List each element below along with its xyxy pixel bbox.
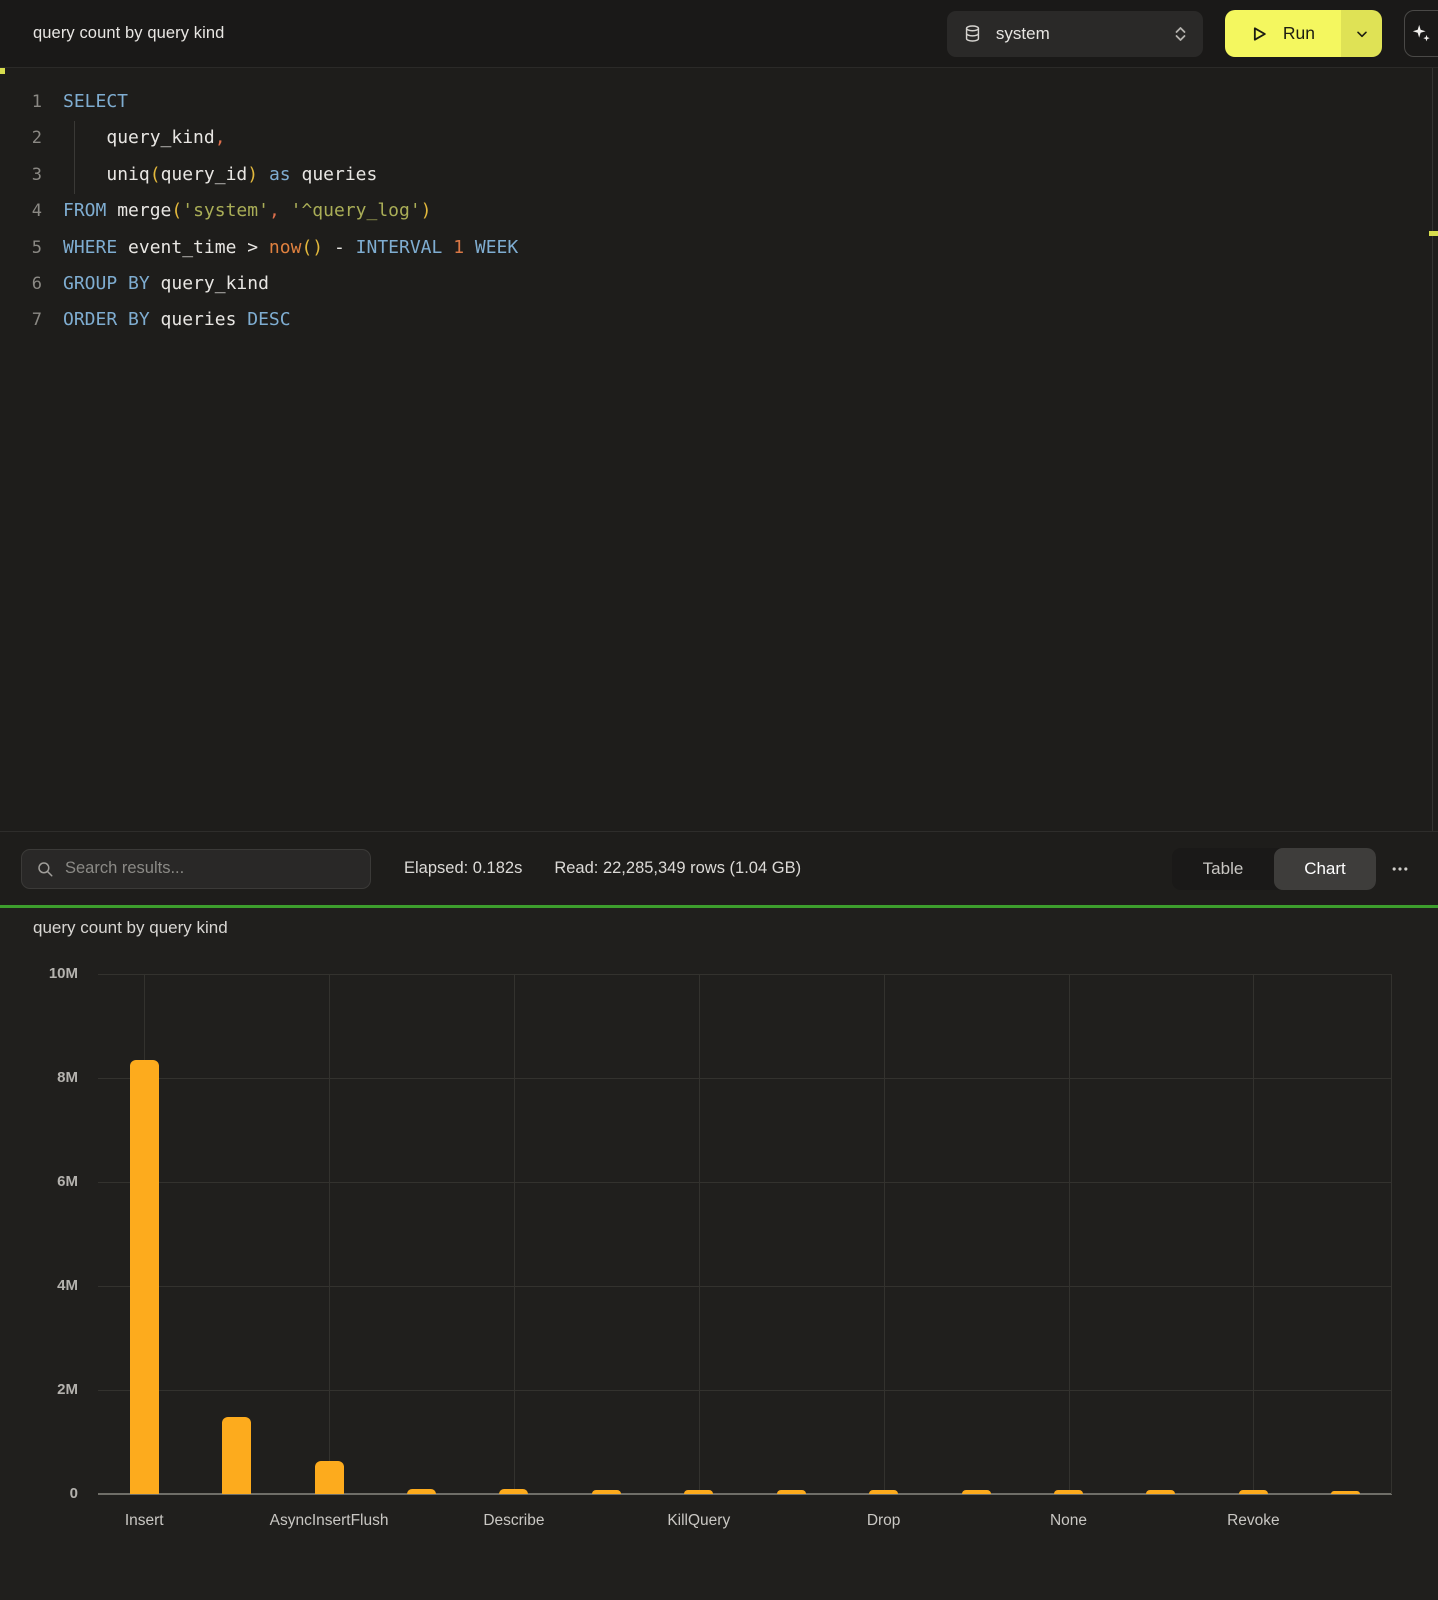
line-number: 6 xyxy=(0,266,50,302)
x-gridline xyxy=(699,974,700,1494)
database-value: system xyxy=(996,24,1050,44)
bar-series-13[interactable] xyxy=(1331,1491,1360,1494)
bar-Describe[interactable] xyxy=(499,1489,528,1494)
code-line[interactable]: 3 uniq(query_id) as queries xyxy=(0,157,1438,193)
database-icon xyxy=(963,24,982,43)
y-gridline xyxy=(98,1286,1392,1287)
header: query count by query kind system xyxy=(0,0,1438,68)
x-axis-label: Insert xyxy=(54,1512,234,1530)
x-axis-label: Drop xyxy=(794,1512,974,1530)
code-area: 1SELECT2 query_kind,3 uniq(query_id) as … xyxy=(0,84,1438,339)
sql-console-app: query count by query kind system xyxy=(0,0,1438,1600)
sql-editor[interactable]: 1SELECT2 query_kind,3 uniq(query_id) as … xyxy=(0,68,1438,831)
x-gridline xyxy=(514,974,515,1494)
bar-KillQuery[interactable] xyxy=(684,1490,713,1494)
bar-Drop[interactable] xyxy=(869,1490,898,1494)
x-axis-line xyxy=(98,1493,1392,1495)
y-gridline xyxy=(98,1390,1392,1391)
y-gridline xyxy=(98,1182,1392,1183)
bar-None[interactable] xyxy=(1054,1490,1083,1494)
run-split-button: Run xyxy=(1225,10,1382,57)
code-line[interactable]: 1SELECT xyxy=(0,84,1438,120)
search-box xyxy=(21,849,371,889)
code-line[interactable]: 7ORDER BY queries DESC xyxy=(0,302,1438,338)
sparkle-icon xyxy=(1410,23,1432,45)
database-selector[interactable]: system xyxy=(947,11,1203,57)
x-axis-label: Describe xyxy=(424,1512,604,1530)
chart-plot xyxy=(98,974,1392,1494)
chevron-updown-icon xyxy=(1172,24,1189,44)
search-icon xyxy=(36,860,54,878)
y-axis-label: 2M xyxy=(8,1381,78,1398)
chevron-down-icon xyxy=(1354,26,1370,42)
y-gridline xyxy=(98,1078,1392,1079)
code-line[interactable]: 5WHERE event_time > now() - INTERVAL 1 W… xyxy=(0,230,1438,266)
view-toggle: Table Chart xyxy=(1172,848,1376,890)
y-axis-label: 8M xyxy=(8,1069,78,1086)
ai-assist-button[interactable] xyxy=(1404,10,1438,57)
bar-series-7[interactable] xyxy=(777,1490,806,1494)
x-gridline xyxy=(329,974,330,1494)
bar-Revoke[interactable] xyxy=(1239,1490,1268,1494)
ellipsis-icon xyxy=(1390,859,1410,879)
y-axis-label: 0 xyxy=(8,1485,78,1502)
editor-scrollbar[interactable] xyxy=(1432,68,1433,831)
x-gridline xyxy=(1069,974,1070,1494)
x-axis-label: Revoke xyxy=(1163,1512,1343,1530)
y-axis-label: 4M xyxy=(8,1277,78,1294)
y-axis-label: 10M xyxy=(8,965,78,982)
tab-chart[interactable]: Chart xyxy=(1274,848,1376,890)
code-line[interactable]: 2 query_kind, xyxy=(0,120,1438,156)
x-gridline xyxy=(884,974,885,1494)
x-gridline xyxy=(1253,974,1254,1494)
x-axis-label: KillQuery xyxy=(609,1512,789,1530)
search-input[interactable] xyxy=(65,859,335,878)
line-number: 4 xyxy=(0,193,50,229)
tab-table[interactable]: Table xyxy=(1172,848,1274,890)
line-number: 7 xyxy=(0,302,50,338)
chart-title: query count by query kind xyxy=(33,918,228,938)
indent-guide xyxy=(74,121,75,194)
run-options-button[interactable] xyxy=(1341,10,1382,57)
bar-series-11[interactable] xyxy=(1146,1490,1175,1494)
overview-ruler-mark xyxy=(1429,231,1438,236)
x-axis-label: None xyxy=(979,1512,1159,1530)
bar-AsyncInsertFlush[interactable] xyxy=(315,1461,344,1494)
code-line[interactable]: 4FROM merge('system', '^query_log') xyxy=(0,193,1438,229)
run-label: Run xyxy=(1283,23,1315,44)
play-icon xyxy=(1249,24,1269,44)
results-toolbar: Elapsed: 0.182s Read: 22,285,349 rows (1… xyxy=(0,831,1438,905)
line-number: 3 xyxy=(0,157,50,193)
more-options-button[interactable] xyxy=(1382,849,1418,889)
read-stat: Read: 22,285,349 rows (1.04 GB) xyxy=(554,859,801,878)
bar-series-1[interactable] xyxy=(222,1417,251,1494)
y-gridline xyxy=(98,974,1392,975)
bar-series-5[interactable] xyxy=(592,1490,621,1494)
gutter-modified-mark xyxy=(0,68,5,74)
line-number: 1 xyxy=(0,84,50,120)
bar-series-9[interactable] xyxy=(962,1490,991,1494)
header-actions: system Run xyxy=(947,10,1422,57)
run-button[interactable]: Run xyxy=(1225,10,1341,57)
line-number: 2 xyxy=(0,120,50,156)
bar-series-3[interactable] xyxy=(407,1489,436,1494)
elapsed-stat: Elapsed: 0.182s xyxy=(404,859,522,878)
x-gridline xyxy=(1391,974,1392,1494)
y-axis-label: 6M xyxy=(8,1173,78,1190)
bar-Insert[interactable] xyxy=(130,1060,159,1494)
query-title: query count by query kind xyxy=(33,24,224,43)
code-line[interactable]: 6GROUP BY query_kind xyxy=(0,266,1438,302)
query-stats: Elapsed: 0.182s Read: 22,285,349 rows (1… xyxy=(404,859,801,878)
x-axis-label: AsyncInsertFlush xyxy=(239,1512,419,1530)
chart-panel: query count by query kind 0 2M 4M 6M 8M 10M In… xyxy=(0,908,1438,1600)
line-number: 5 xyxy=(0,230,50,266)
